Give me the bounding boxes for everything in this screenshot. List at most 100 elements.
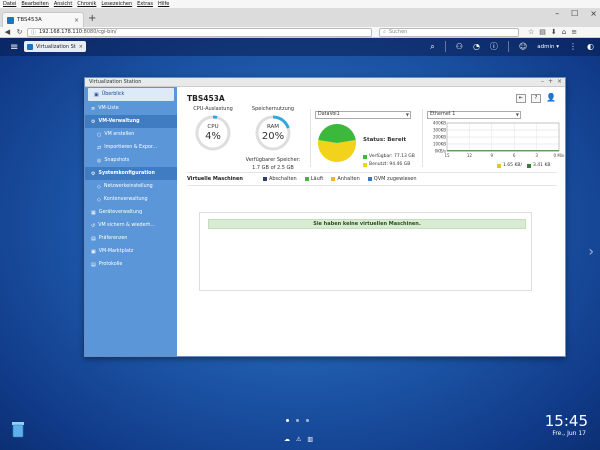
close-tab-icon[interactable]: × <box>74 17 79 24</box>
window-minimize-icon[interactable]: – <box>541 78 544 85</box>
x-tick-label: 0 Min <box>554 153 565 158</box>
window-title: Virtualization Station <box>89 79 142 85</box>
notification-icon[interactable]: ⚠ <box>296 436 301 443</box>
close-window-icon[interactable]: × <box>590 9 597 18</box>
dashboard-gauge-icon[interactable]: ◐ <box>587 42 594 51</box>
network-adapter-select[interactable]: Ethernet 1 ▼ <box>427 111 521 119</box>
window-title-bar[interactable]: Virtualization Station – + × <box>85 78 565 87</box>
maximize-icon[interactable]: ☐ <box>571 9 578 18</box>
reload-icon[interactable]: ↻ <box>15 28 24 36</box>
sidebar-item-label: VM sichern & wiederh... <box>98 223 156 228</box>
book-icon[interactable]: ▥ <box>307 436 313 443</box>
more-options-icon[interactable]: ⋮ <box>569 42 577 51</box>
page-dot[interactable] <box>286 419 289 422</box>
bookmark-star-icon[interactable]: ☆ <box>528 28 534 36</box>
chevron-down-icon: ▼ <box>515 112 519 117</box>
url-bar[interactable]: ⓘ 192.168.178.110:8080/cgi-bin/ <box>27 27 372 37</box>
ram-gauge-name: RAM <box>266 124 280 130</box>
window-close-icon[interactable]: × <box>557 78 562 85</box>
qts-app-tab[interactable]: Virtualization St... × <box>24 41 86 52</box>
search-icon: ⌕ <box>383 29 386 35</box>
x-tick-label: 12 <box>467 153 473 158</box>
sidebar-item-label: Überblick <box>101 92 125 97</box>
legend-used: Benutzt: 94.46 GB <box>363 162 410 167</box>
search-input[interactable]: ⌕ Suchen <box>379 27 519 37</box>
sidebar-item-11[interactable]: ▤ Präferenzen <box>85 232 177 245</box>
sidebar-item-label: Systemkonfiguration <box>98 171 155 176</box>
library-icon[interactable]: ▤ <box>539 28 546 36</box>
sidebar-item-13[interactable]: ▤ Protokolle <box>85 258 177 271</box>
running-icon <box>304 177 309 181</box>
window-maximize-icon[interactable]: + <box>548 78 553 85</box>
filter-running[interactable]: Läuft <box>304 176 323 182</box>
browser-menu-icon[interactable]: ≡ <box>571 28 577 36</box>
vm-list: Sie haben keine virtuellen Maschinen. <box>199 212 532 291</box>
sidebar-item-icon: ◇ <box>97 196 101 203</box>
menu-bearbeiten[interactable]: Bearbeiten <box>21 1 48 7</box>
back-icon[interactable]: ◀ <box>3 28 12 36</box>
page-dot[interactable] <box>306 419 309 422</box>
download-icon[interactable]: ⬇ <box>551 28 557 36</box>
sidebar-item-7[interactable]: ◇ Netzwerkeinstellung <box>85 180 177 193</box>
browser-tab-title: TBS453A <box>17 17 42 23</box>
sidebar-item-icon: ◇ <box>97 183 101 190</box>
sidebar-item-6[interactable]: ⚙ Systemkonfiguration <box>85 167 177 180</box>
shutdown-icon <box>262 177 267 181</box>
account-icon[interactable]: 👤 <box>546 94 557 103</box>
menu-datei[interactable]: Datei <box>3 1 16 7</box>
sidebar-item-icon: ◎ <box>97 157 102 164</box>
new-tab-button[interactable]: + <box>88 13 96 24</box>
filter-shutdown-label: Abschalten <box>268 176 297 182</box>
cpu-gauge: CPU 4% <box>194 114 232 152</box>
sidebar-item-8[interactable]: ◇ Kontenverwaltung <box>85 193 177 206</box>
recycle-bin-icon[interactable] <box>11 420 25 438</box>
sidebar-item-4[interactable]: ⇄ Importieren & Expor... <box>85 141 177 154</box>
menu-hilfe[interactable]: Hilfe <box>158 1 169 7</box>
x-tick-label: 15 <box>444 153 450 158</box>
browser-tab[interactable]: TBS453A × <box>2 12 84 27</box>
filter-paused[interactable]: Anhalten <box>331 176 360 182</box>
desktop-page-indicator <box>286 419 309 422</box>
sidebar-item-icon: ▣ <box>94 91 99 98</box>
sidebar-item-label: VM-Liste <box>98 106 119 111</box>
user-avatar-icon[interactable]: ☺ <box>519 42 527 51</box>
menu-lesezeichen[interactable]: Lesezeichen <box>101 1 132 7</box>
console-icon[interactable]: ⇤ <box>516 94 526 103</box>
help-icon[interactable]: ? <box>531 94 541 103</box>
user-menu[interactable]: admin ▾ <box>537 44 559 50</box>
qts-search-icon[interactable]: ⌕ <box>430 42 434 52</box>
sidebar-item-label: VM-Marktplatz <box>98 249 134 254</box>
volume-select[interactable]: DataVol1 ▼ <box>315 111 411 119</box>
minimize-icon[interactable]: – <box>555 9 559 18</box>
filter-qvm-assigned[interactable]: QVM zugewiesen <box>367 176 417 182</box>
sidebar-item-9[interactable]: ▦ Geräteverwaltung <box>85 206 177 219</box>
next-desktop-arrow-icon[interactable]: › <box>588 244 594 260</box>
filter-shutdown[interactable]: Abschalten <box>262 176 297 182</box>
sidebar-item-10[interactable]: ↺ VM sichern & wiederh... <box>85 219 177 232</box>
cpu-usage-label: CPU-Auslastung <box>193 106 233 112</box>
chevron-down-icon: ▼ <box>405 112 409 117</box>
sidebar-item-0[interactable]: ▣ Überblick <box>88 88 174 101</box>
page-dot[interactable] <box>296 419 299 422</box>
qts-main-menu-icon[interactable]: ≡ <box>10 42 18 53</box>
sidebar-item-3[interactable]: ○ VM erstellen <box>85 128 177 141</box>
divider <box>507 41 509 52</box>
menu-ansicht[interactable]: Ansicht <box>54 1 72 7</box>
resource-monitor-icon[interactable]: ⚇ <box>456 42 463 51</box>
help-info-icon[interactable]: ⓘ <box>490 41 498 52</box>
sidebar-item-12[interactable]: ▣ VM-Marktplatz <box>85 245 177 258</box>
menu-chronik[interactable]: Chronik <box>77 1 96 7</box>
close-app-tab-icon[interactable]: × <box>79 44 83 50</box>
cloud-icon[interactable]: ☁ <box>284 436 290 443</box>
y-tick-label: 100KB <box>433 142 446 147</box>
sidebar-item-2[interactable]: ⚙ VM-Verwaltung <box>85 115 177 128</box>
sidebar-item-1[interactable]: ≡ VM-Liste <box>85 102 177 115</box>
menu-extras[interactable]: Extras <box>137 1 153 7</box>
cpu-gauge-value: 4% <box>205 131 221 142</box>
sidebar-item-5[interactable]: ◎ Snapshots <box>85 154 177 167</box>
browser-menubar: Datei Bearbeiten Ansicht Chronik Lesezei… <box>0 0 600 9</box>
search-placeholder: Suchen <box>388 29 408 35</box>
dashboard-icon[interactable]: ◔ <box>473 42 480 51</box>
home-icon[interactable]: ⌂ <box>562 28 566 36</box>
free-space-label: Verfügbar: 77.13 GB <box>369 154 415 159</box>
